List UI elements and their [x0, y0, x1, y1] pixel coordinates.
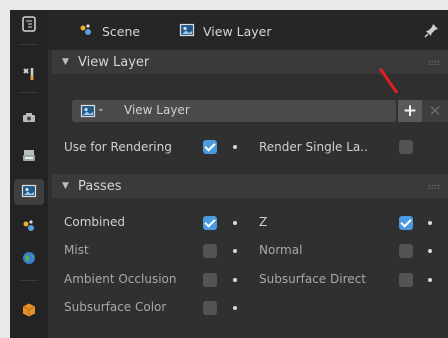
view-layer-icon — [179, 22, 195, 41]
render-single-layer-checkbox[interactable] — [399, 140, 413, 154]
output-icon — [21, 148, 37, 167]
keyframe-dot-icon[interactable] — [428, 221, 432, 225]
render-single-layer-label: Render Single La.. — [259, 140, 368, 154]
use-for-rendering-label: Use for Rendering — [64, 140, 172, 154]
mist-pass-label: Mist — [64, 243, 89, 257]
tab-view-layer[interactable] — [14, 179, 44, 205]
tab-separator — [20, 44, 38, 45]
properties-editor-icon — [21, 15, 37, 35]
ambient-occlusion-pass-checkbox[interactable] — [203, 273, 217, 287]
tool-icon — [21, 66, 37, 85]
view-layer-breadcrumb[interactable]: View Layer — [179, 22, 272, 41]
tab-render[interactable] — [14, 106, 44, 132]
drag-grip-icon[interactable] — [428, 60, 440, 65]
view-layer-panel-title: View Layer — [78, 54, 150, 70]
mist-pass-checkbox[interactable] — [203, 244, 217, 258]
view-layer-browse-button[interactable]: ⌄ — [80, 103, 105, 122]
collapse-triangle-icon: ▼ — [62, 181, 69, 191]
view-layer-name-field[interactable]: View Layer — [124, 103, 190, 117]
keyframe-dot-icon[interactable] — [233, 249, 237, 253]
object-icon — [21, 302, 37, 321]
keyframe-dot-icon[interactable] — [428, 249, 432, 253]
z-pass-checkbox[interactable] — [399, 216, 413, 230]
view-layer-breadcrumb-label: View Layer — [203, 24, 272, 39]
view-layer-selector[interactable]: ⌄ View Layer — [72, 100, 396, 122]
keyframe-dot-icon[interactable] — [233, 306, 237, 310]
passes-panel-header[interactable]: ▼ Passes — [52, 174, 448, 198]
scene-icon — [21, 218, 37, 237]
tab-tool[interactable] — [14, 62, 44, 88]
tab-output[interactable] — [14, 144, 44, 170]
view-layer-panel-body — [52, 74, 448, 174]
view-layer-panel-header[interactable]: ▼ View Layer — [52, 50, 448, 74]
properties-tab-strip — [10, 10, 48, 338]
tab-world[interactable] — [14, 246, 44, 272]
z-pass-label: Z — [259, 215, 268, 229]
close-icon: ✕ — [428, 102, 442, 120]
view-layer-icon — [80, 104, 96, 122]
combined-pass-checkbox[interactable] — [203, 216, 217, 230]
subsurface-direct-pass-label: Subsurface Direct — [259, 272, 366, 286]
drag-grip-icon[interactable] — [428, 184, 440, 189]
add-view-layer-button[interactable]: + — [398, 100, 422, 122]
plus-icon: + — [402, 101, 418, 121]
tab-object[interactable] — [14, 298, 44, 324]
properties-header: Scene View Layer — [48, 10, 448, 50]
tab-separator — [20, 92, 38, 93]
normal-pass-label: Normal — [259, 243, 303, 257]
pin-button[interactable] — [424, 22, 440, 41]
tab-scene[interactable] — [14, 214, 44, 240]
combined-pass-label: Combined — [64, 215, 125, 229]
passes-panel-title: Passes — [78, 178, 122, 194]
remove-view-layer-button[interactable]: ✕ — [422, 100, 448, 122]
scene-breadcrumb[interactable]: Scene — [78, 22, 140, 41]
editor-type-button[interactable] — [14, 12, 44, 38]
keyframe-dot-icon[interactable] — [233, 221, 237, 225]
tab-separator — [20, 280, 38, 281]
subsurface-direct-pass-checkbox[interactable] — [399, 273, 413, 287]
chevron-down-icon: ⌄ — [97, 104, 105, 114]
render-icon — [21, 110, 37, 129]
ambient-occlusion-pass-label: Ambient Occlusion — [64, 272, 177, 286]
normal-pass-checkbox[interactable] — [399, 244, 413, 258]
collapse-triangle-icon: ▼ — [62, 57, 69, 67]
world-icon — [21, 250, 37, 269]
view-layer-icon — [21, 183, 37, 202]
scene-breadcrumb-label: Scene — [102, 24, 141, 39]
keyframe-dot-icon[interactable] — [233, 278, 237, 282]
pin-icon — [424, 24, 440, 41]
properties-editor: Scene View Layer ▼ View Layer ⌄ View Lay… — [10, 10, 448, 338]
scene-icon — [78, 22, 94, 41]
use-for-rendering-checkbox[interactable] — [203, 140, 217, 154]
keyframe-dot-icon[interactable] — [428, 278, 432, 282]
subsurface-color-pass-label: Subsurface Color — [64, 300, 167, 314]
subsurface-color-pass-checkbox[interactable] — [203, 301, 217, 315]
keyframe-dot-icon[interactable] — [233, 145, 237, 149]
